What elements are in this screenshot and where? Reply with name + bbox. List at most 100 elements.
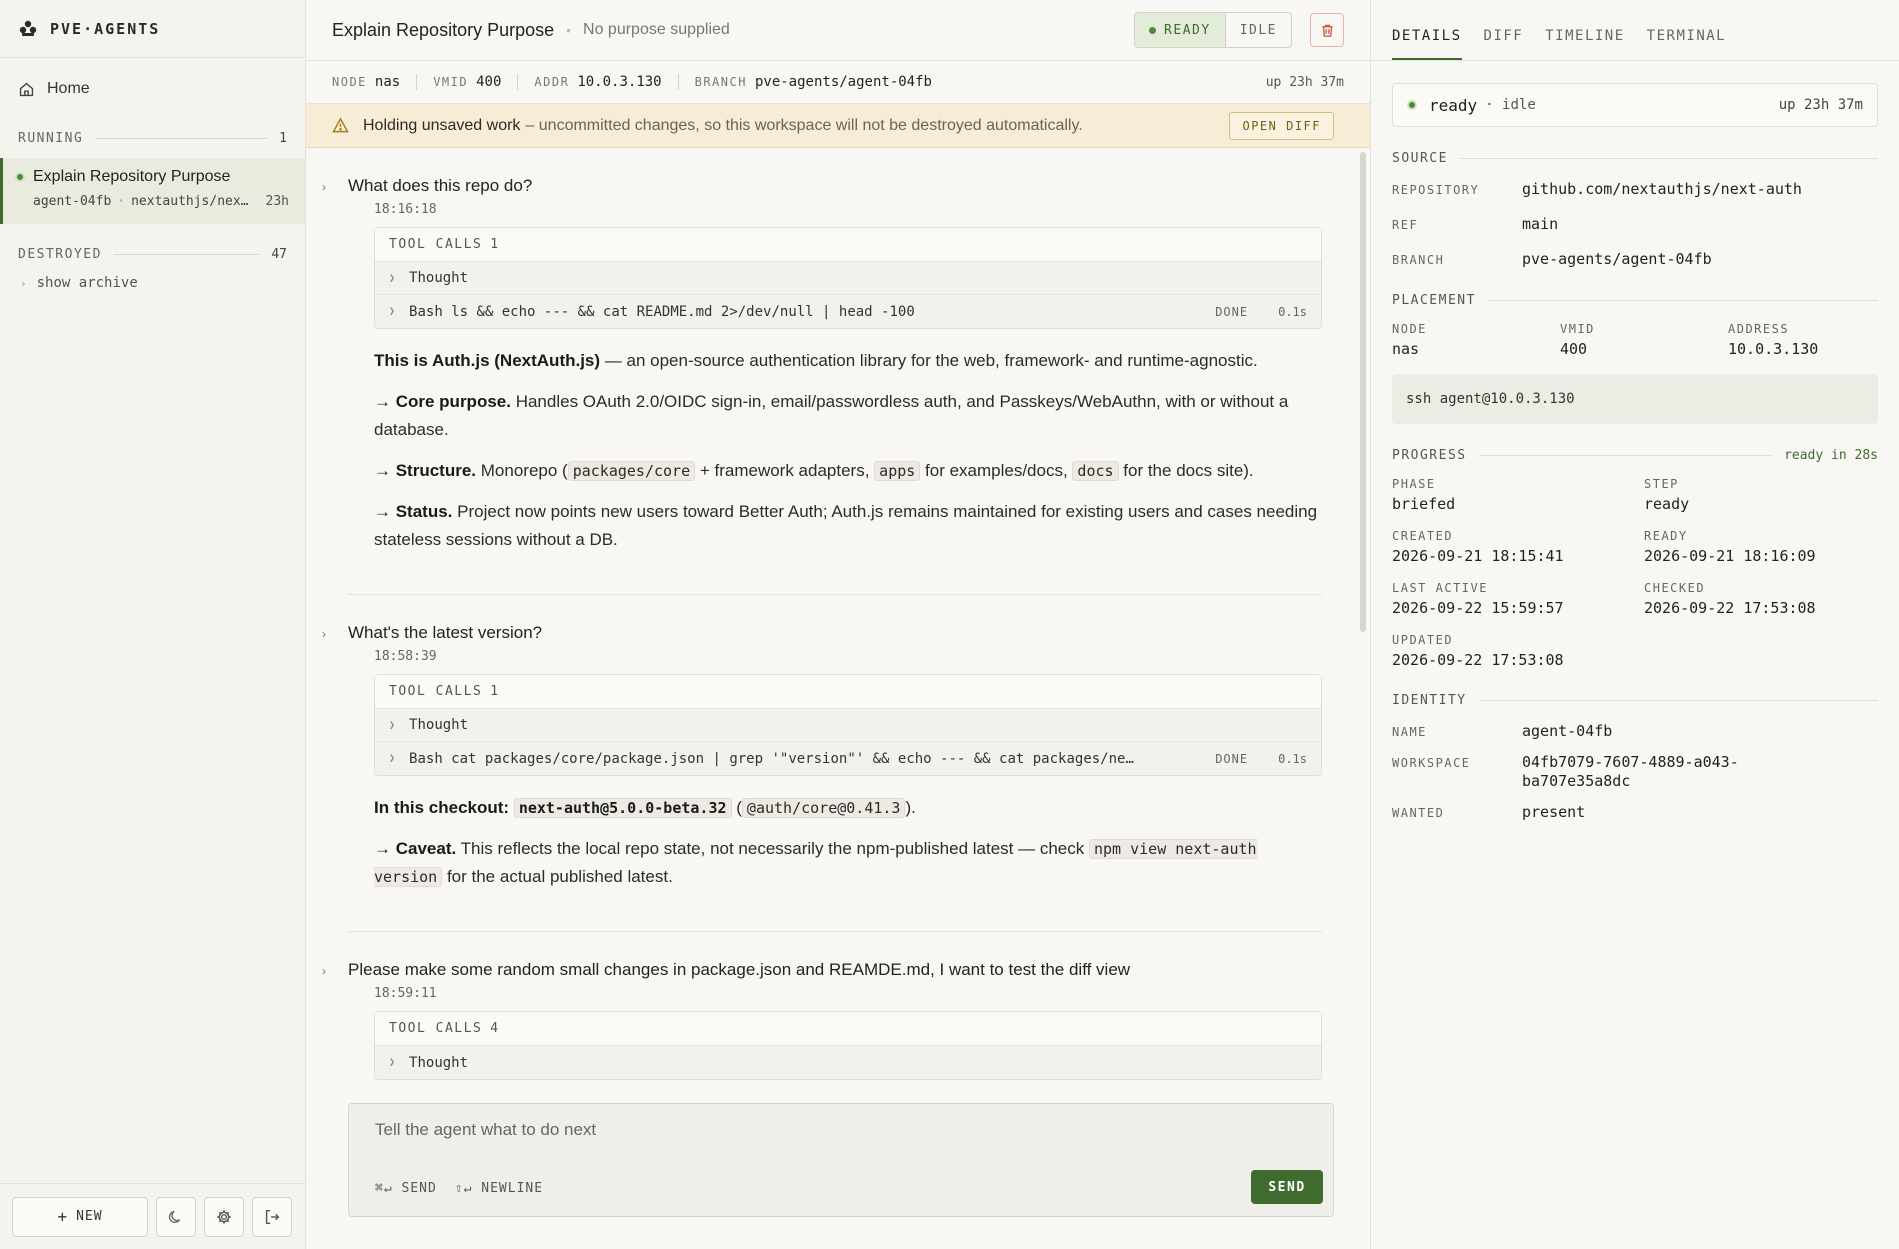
checked-value: 2026-09-22 17:53:08 — [1644, 599, 1816, 617]
tool-row[interactable]: ❯ Thought — [375, 262, 1321, 295]
tool-command: Thought — [409, 270, 469, 286]
tool-row[interactable]: ❯ Bash ls && echo --- && cat README.md 2… — [375, 295, 1321, 328]
checked-key: CHECKED — [1644, 581, 1706, 595]
theme-toggle-button[interactable] — [156, 1196, 196, 1237]
tool-row[interactable]: ❯ Thought — [375, 709, 1321, 742]
state-ready-badge[interactable]: READY — [1135, 13, 1226, 47]
ready-value: 2026-09-21 18:16:09 — [1644, 547, 1816, 565]
turn-1: › What does this repo do? 18:16:18 TOOL … — [322, 148, 1322, 595]
answer-bold: → Caveat. — [374, 839, 457, 858]
answer-bold: → Structure. — [374, 461, 477, 480]
scrollbar[interactable] — [1360, 152, 1366, 632]
show-archive-toggle[interactable]: › show archive — [0, 268, 305, 298]
chevron-right-icon[interactable]: › — [322, 964, 344, 978]
home-icon — [19, 82, 34, 96]
branch-value: pve-agents/agent-04fb — [754, 74, 932, 90]
wanted-value: present — [1522, 803, 1586, 821]
message-composer[interactable]: Tell the agent what to do next ⌘↵ SEND ⇧… — [348, 1103, 1334, 1217]
tool-calls-label: TOOL CALLS — [389, 237, 483, 252]
answer-text: Monorepo ( — [476, 461, 568, 480]
vmid-value: 400 — [1560, 340, 1588, 358]
tool-row[interactable]: ❯ Bash cat packages/core/package.json | … — [375, 742, 1321, 775]
vmid-key: VMID — [433, 75, 469, 89]
timestamp: 18:16:18 — [374, 202, 437, 217]
chevron-right-icon[interactable]: › — [322, 627, 344, 641]
workspace-value-line1: 04fb7079-7607-4889-a043- — [1522, 753, 1739, 771]
header: Explain Repository Purpose • No purpose … — [306, 0, 1370, 61]
source-section-header: SOURCE — [1392, 151, 1878, 166]
tool-calls-label: TOOL CALLS — [389, 684, 483, 699]
wanted-row: WANTED present — [1392, 803, 1878, 822]
page-title: Explain Repository Purpose — [332, 19, 555, 40]
state-ready-label: READY — [1164, 22, 1211, 38]
chevron-right-icon: ❯ — [389, 306, 396, 317]
send-button[interactable]: SEND — [1251, 1170, 1323, 1204]
tool-calls-count: 1 — [490, 684, 500, 699]
ready-in: ready in 28s — [1784, 448, 1878, 463]
step-key: STEP — [1644, 477, 1679, 491]
node-value: nas — [374, 74, 401, 90]
nav-home[interactable]: Home — [0, 68, 305, 110]
open-diff-button[interactable]: OPEN DIFF — [1229, 111, 1334, 140]
main-panel: Explain Repository Purpose • No purpose … — [306, 0, 1371, 1249]
wanted-key: WANTED — [1392, 806, 1445, 820]
node-value: nas — [1392, 340, 1420, 358]
tool-calls-panel: TOOL CALLS 1 ❯ Thought ❯ Bash cat package… — [374, 674, 1322, 776]
sidebar: PVE·AGENTS Home RUNNING 1 Explain Reposi… — [0, 0, 306, 1249]
tab-details[interactable]: DETAILS — [1392, 28, 1462, 60]
new-label: NEW — [76, 1209, 103, 1224]
new-agent-button[interactable]: + NEW — [12, 1196, 148, 1237]
last-active-key: LAST ACTIVE — [1392, 581, 1488, 595]
ssh-command[interactable]: ssh agent@10.0.3.130 — [1392, 374, 1878, 424]
tab-timeline[interactable]: TIMELINE — [1545, 28, 1624, 60]
vmid-value: 400 — [476, 74, 502, 90]
name-value: agent-04fb — [1522, 722, 1613, 740]
answer-text: ). — [905, 798, 916, 817]
ref-row: REF main — [1392, 215, 1878, 234]
warning-icon — [332, 117, 349, 133]
gear-icon — [217, 1209, 231, 1224]
user-question: What's the latest version? — [348, 623, 543, 642]
tool-command: Bash cat packages/core/package.json | gr… — [409, 750, 1134, 767]
user-question: Please make some random small changes in… — [348, 960, 1131, 979]
answer-bold: → Status. — [374, 502, 453, 521]
repository-row: REPOSITORY github.com/nextauthjs/next-au… — [1392, 180, 1878, 199]
branch-value: pve-agents/agent-04fb — [1522, 250, 1712, 268]
answer-text: for the actual published latest. — [442, 867, 673, 886]
logout-button[interactable] — [252, 1196, 292, 1237]
tool-calls-panel: TOOL CALLS 4 ❯ Thought — [374, 1011, 1322, 1080]
tool-calls-label: TOOL CALLS — [389, 1021, 483, 1036]
addr-key: ADDR — [534, 75, 570, 89]
workspace-value-line2: ba707e35a8dc — [1522, 772, 1631, 790]
settings-button[interactable] — [204, 1196, 244, 1237]
brand[interactable]: PVE·AGENTS — [0, 0, 305, 58]
tool-command: Thought — [409, 1054, 469, 1071]
status-state: ready — [1429, 95, 1478, 115]
delete-button[interactable] — [1310, 13, 1344, 47]
inline-code: packages/core — [567, 461, 696, 481]
workspace-key: WORKSPACE — [1392, 756, 1471, 770]
tab-terminal[interactable]: TERMINAL — [1647, 28, 1726, 60]
tool-row[interactable]: ❯ Thought — [375, 1046, 1321, 1079]
sidebar-agent-item[interactable]: Explain Repository Purpose agent-04fb · … — [0, 158, 305, 224]
workspace-row: WORKSPACE 04fb7079-7607-4889-a043- ba707e… — [1392, 753, 1878, 791]
answer-text: ( — [731, 798, 742, 817]
inline-code: @auth/core@0.41.3 — [741, 798, 906, 818]
conversation-thread[interactable]: › What does this repo do? 18:16:18 TOOL … — [306, 148, 1370, 1249]
sidebar-footer: + NEW — [0, 1183, 305, 1249]
step-value: ready — [1644, 495, 1690, 513]
tool-status: DONE — [1215, 304, 1249, 319]
composer-placeholder[interactable]: Tell the agent what to do next — [375, 1120, 596, 1140]
logout-icon — [265, 1209, 280, 1224]
turn-3: › Please make some random small changes … — [322, 932, 1322, 1080]
tool-status: DONE — [1215, 751, 1249, 766]
phase-key: PHASE — [1392, 477, 1436, 491]
placement-section-header: PLACEMENT — [1392, 293, 1878, 308]
user-question: What does this repo do? — [348, 176, 533, 195]
details-panel: DETAILS DIFF TIMELINE TERMINAL ready · i… — [1371, 0, 1899, 1249]
answer-text: Project now points new users toward Bett… — [374, 502, 1318, 549]
state-idle-badge[interactable]: IDLE — [1226, 13, 1291, 47]
status-summary: ready · idle up 23h 37m — [1392, 83, 1878, 127]
chevron-right-icon[interactable]: › — [322, 180, 344, 194]
tab-diff[interactable]: DIFF — [1484, 28, 1524, 60]
